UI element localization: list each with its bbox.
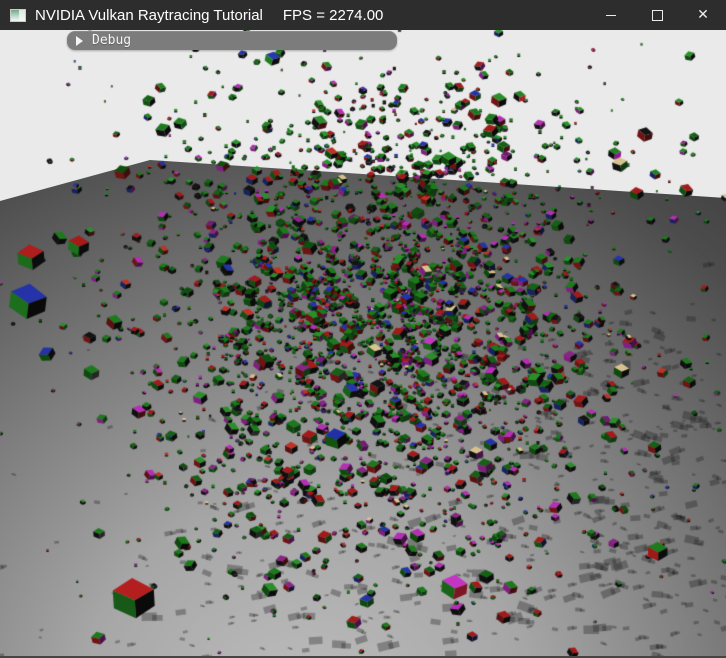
fps-counter: FPS = 2274.00 [283, 7, 384, 24]
app-window: NVIDIA Vulkan Raytracing Tutorial FPS = … [0, 0, 726, 658]
minimize-icon [606, 15, 616, 16]
scene-canvas [0, 30, 726, 658]
minimize-button[interactable] [588, 0, 634, 30]
window-title: NVIDIA Vulkan Raytracing Tutorial [35, 7, 263, 24]
maximize-button[interactable] [634, 0, 680, 30]
maximize-icon [652, 10, 663, 21]
close-button[interactable]: ✕ [680, 0, 726, 30]
window-controls: ✕ [588, 0, 726, 30]
expand-arrow-icon[interactable] [76, 36, 83, 46]
debug-panel-header[interactable]: Debug [67, 31, 397, 50]
app-icon [10, 9, 26, 22]
debug-panel-title: Debug [92, 33, 131, 48]
render-viewport[interactable]: Debug [0, 30, 726, 658]
close-icon: ✕ [697, 8, 709, 22]
titlebar[interactable]: NVIDIA Vulkan Raytracing Tutorial FPS = … [0, 0, 726, 30]
